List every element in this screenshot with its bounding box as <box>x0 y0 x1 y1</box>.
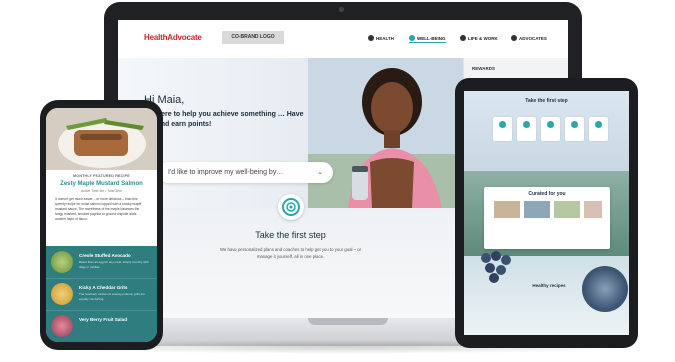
laptop-camera <box>339 7 344 12</box>
nav-item-life-work[interactable]: LIFE & WORK <box>460 35 498 41</box>
recipe-thumb <box>51 283 73 305</box>
hero-banner: Hi Maia, …e here to help you achieve som… <box>118 58 463 208</box>
nav-item-advocates[interactable]: ADVOCATES <box>511 35 547 41</box>
first-step-section: Take the first step We have personalized… <box>118 194 463 320</box>
tablet-header: Take the first step <box>464 91 629 171</box>
sidebar-rewards-label: REWARDS <box>472 66 496 71</box>
phone-screen: MONTHLY FEATURED RECIPE Zesty Maple Must… <box>46 108 157 342</box>
laptop-notch <box>308 318 388 325</box>
recipe-description: It doesn't get much easier – or more del… <box>55 197 142 221</box>
featured-recipe-label: MONTHLY FEATURED RECIPE <box>73 174 130 178</box>
first-step-title: Take the first step <box>255 230 326 240</box>
health-icon <box>368 35 374 41</box>
recipe-list: Creole Stuffed Avocado Better than an eg… <box>46 246 157 342</box>
list-item[interactable]: Very Berry Fruit Salad <box>46 310 157 342</box>
nav-label: ADVOCATES <box>519 35 547 41</box>
first-step-description: We have personalized plans and coaches t… <box>219 247 362 259</box>
list-item[interactable]: Creole Stuffed Avocado Better than an eg… <box>46 246 157 279</box>
leaf-icon <box>409 35 415 41</box>
list-item[interactable]: Kicky A Cheddar Grits The Southern versi… <box>46 278 157 311</box>
recipe-meta: Active Time 5m • Total 30m <box>81 189 122 193</box>
list-item-title: Kicky A Cheddar Grits <box>79 285 128 290</box>
curated-thumb[interactable] <box>494 201 520 218</box>
list-item-title: Very Berry Fruit Salad <box>79 317 128 322</box>
blueberry-bowl-image <box>582 266 628 312</box>
globe-icon <box>460 35 466 41</box>
tablet-panel-title: Curated for you <box>528 191 566 197</box>
blueberries-image <box>481 251 511 283</box>
improve-dropdown-text: I'd like to improve my well-being by… <box>168 169 284 176</box>
tablet-option-card[interactable] <box>541 117 560 141</box>
chevron-down-icon: ⌄ <box>317 169 323 176</box>
nav-label: HEALTH <box>376 35 394 41</box>
list-item-desc: The Southern version of creamy polenta, … <box>79 292 145 301</box>
tablet-curated-panel: Curated for you <box>484 187 610 249</box>
hero-photo <box>308 58 463 208</box>
brand-logo[interactable]: HealthAdvocate <box>144 33 202 42</box>
tablet-device: Take the first step Curated for you Heal… <box>455 78 638 348</box>
target-icon[interactable] <box>278 194 304 220</box>
recipe-thumb <box>51 251 73 273</box>
curated-thumb[interactable] <box>584 201 602 218</box>
person-icon <box>511 35 517 41</box>
nav-item-health[interactable]: HEALTH <box>368 35 394 41</box>
curated-thumb[interactable] <box>524 201 550 218</box>
tablet-screen: Take the first step Curated for you Heal… <box>464 91 629 335</box>
top-navigation: HealthAdvocate CO-BRAND LOGO HEALTH WELL… <box>118 20 568 59</box>
tablet-option-card[interactable] <box>493 117 512 141</box>
recipe-title[interactable]: Zesty Maple Mustard Salmon <box>46 181 157 187</box>
hero-subtitle: …e here to help you achieve something … … <box>144 111 304 128</box>
tablet-option-card[interactable] <box>517 117 536 141</box>
nav-label: LIFE & WORK <box>468 35 498 41</box>
tablet-title: Take the first step <box>525 98 568 104</box>
improve-dropdown[interactable]: I'd like to improve my well-being by… ⌄ <box>158 162 333 183</box>
tablet-recipes-label: Healthy recipes <box>532 283 566 288</box>
list-item-desc: Better than an egg for any meal, simply … <box>79 260 149 269</box>
list-item-title: Creole Stuffed Avocado <box>79 253 131 258</box>
tablet-option-card[interactable] <box>589 117 608 141</box>
nav-item-well-being[interactable]: WELL-BEING <box>409 35 446 43</box>
tablet-option-card[interactable] <box>565 117 584 141</box>
nav-label: WELL-BEING <box>417 35 446 41</box>
curated-thumb[interactable] <box>554 201 580 218</box>
salmon-dish-image <box>46 108 157 170</box>
recipe-thumb <box>51 315 73 337</box>
cobrand-logo: CO-BRAND LOGO <box>222 31 284 44</box>
phone-device: MONTHLY FEATURED RECIPE Zesty Maple Must… <box>40 100 163 350</box>
